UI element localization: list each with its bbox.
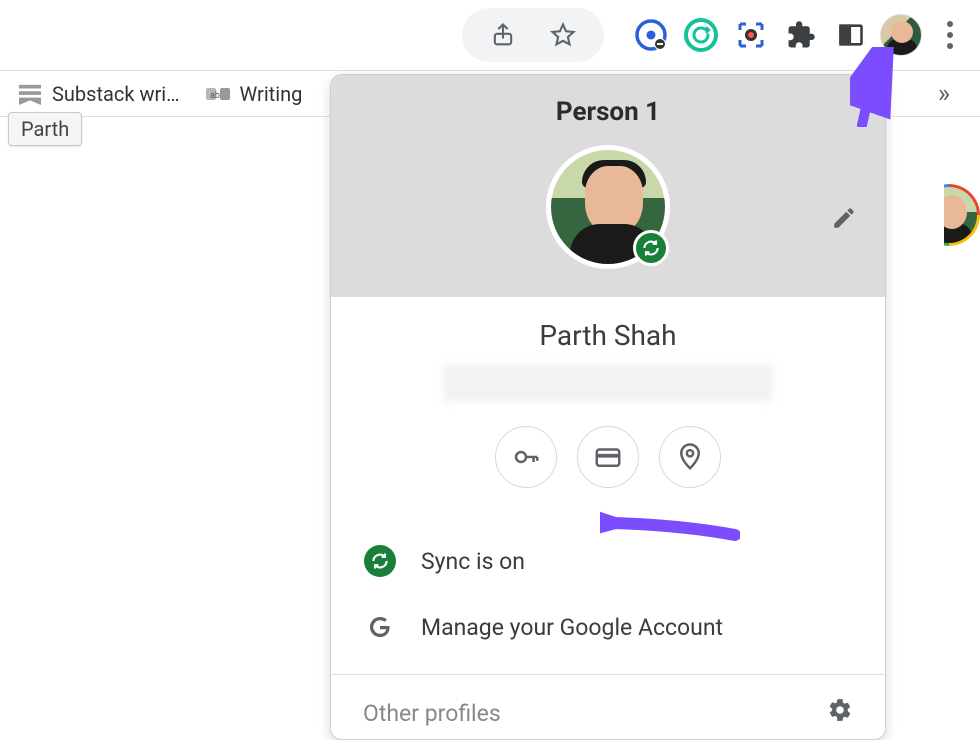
extension-grammarly-icon[interactable] [680,14,722,56]
share-icon[interactable] [482,14,524,56]
extensions-puzzle-icon[interactable] [780,14,822,56]
menu-item-label: Manage your Google Account [421,614,723,641]
tooltip: Parth [8,112,82,146]
profile-popup-header: Person 1 [331,75,885,297]
bookmark-label: Writing [240,82,303,106]
profile-name: Parth Shah [331,319,885,352]
substack-favicon [18,82,42,106]
extension-screenshot-icon[interactable] [730,14,772,56]
edit-pencil-icon[interactable] [831,205,857,235]
menu-item-manage-account[interactable]: Manage your Google Account [331,594,885,660]
profile-popup-title: Person 1 [331,97,885,127]
passwords-chip[interactable] [495,426,557,488]
browser-toolbar [0,0,980,70]
address-bar-controls [462,8,604,62]
star-icon[interactable] [542,14,584,56]
extension-onetab-icon[interactable] [630,14,672,56]
bookmark-item-substack[interactable]: Substack wri… [10,78,188,110]
addresses-chip[interactable] [659,426,721,488]
profile-email-redacted [443,364,773,402]
menu-item-label: Sync is on [421,548,525,575]
profile-avatar [546,145,670,269]
svg-text:ab: ab [210,91,220,101]
browser-menu-button[interactable] [930,14,970,56]
bookmark-item-writing[interactable]: ab Writing [198,78,311,110]
bookmark-overflow-chevron-icon[interactable]: » [918,79,970,109]
profile-popup: Person 1 Parth Shah [330,74,886,740]
profile-chips [331,426,885,488]
bookmark-label: Substack wri… [52,82,180,106]
annotation-arrow-up [850,47,910,127]
other-profiles-row: Other profiles [331,675,885,739]
google-g-icon [363,610,397,644]
sync-icon [363,544,397,578]
payments-chip[interactable] [577,426,639,488]
writing-favicon: ab [206,82,230,106]
gear-icon[interactable] [827,697,853,729]
other-profiles-label: Other profiles [363,700,501,727]
workspace-avatar[interactable] [918,184,980,246]
sync-badge-icon [633,230,669,266]
annotation-arrow-left [600,495,740,555]
